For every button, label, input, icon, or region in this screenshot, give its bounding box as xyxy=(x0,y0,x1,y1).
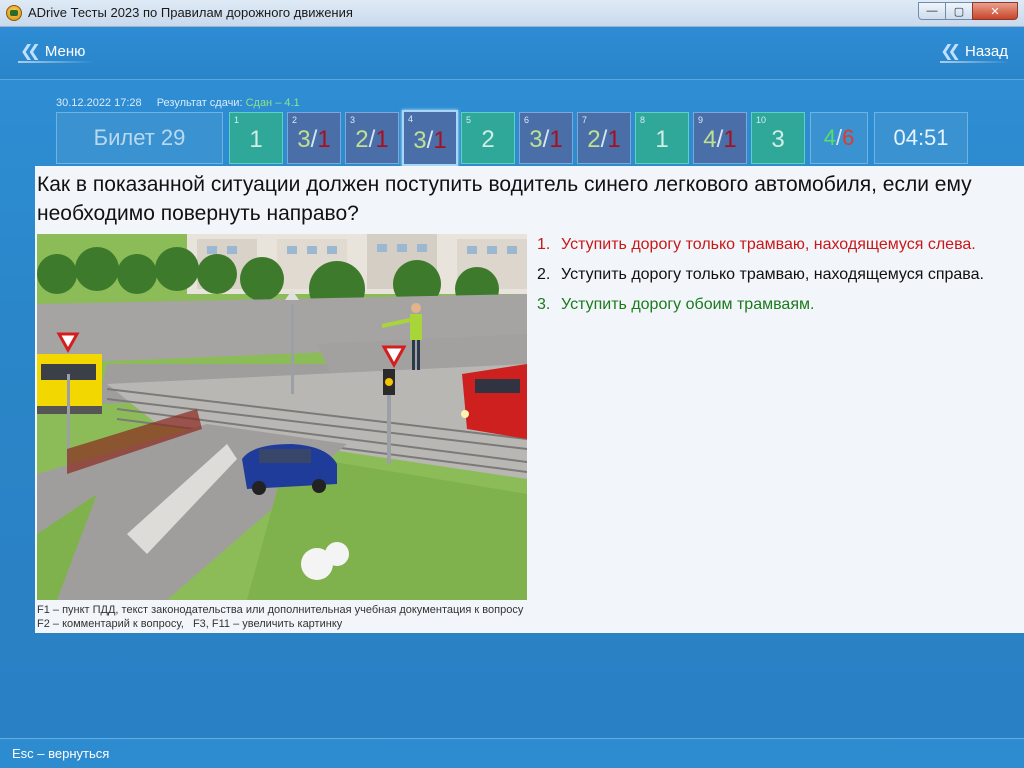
answer-list: 1. Уступить дорогу только трамваю, наход… xyxy=(537,234,1023,324)
score-wrong: 6 xyxy=(842,125,855,150)
answer-text: Уступить дорогу только трамваю, находяще… xyxy=(561,236,976,253)
back-button[interactable]: ❮❮ Назад xyxy=(936,41,1008,61)
answer-number: 3. xyxy=(537,296,551,313)
answer-option-1[interactable]: 1. Уступить дорогу только трамваю, наход… xyxy=(537,234,1023,256)
session-meta: 30.12.2022 17:28 Результат сдачи: Сдан –… xyxy=(56,97,300,109)
answer-option-3[interactable]: 3. Уступить дорогу обоим трамваям. xyxy=(537,294,1023,316)
app-area: ❮❮ Меню ❮❮ Назад 30.12.2022 17:28 Резуль… xyxy=(0,27,1024,768)
question-answer: 2 xyxy=(481,126,495,153)
answer-number: 2. xyxy=(537,266,551,283)
given-answer: 3 xyxy=(297,126,311,153)
question-tile-1[interactable]: 1 1 xyxy=(229,112,283,164)
window-titlebar: ADrive Тесты 2023 по Правилам дорожного … xyxy=(0,0,1024,27)
minimize-icon: — xyxy=(926,5,938,17)
question-number: 3 xyxy=(350,115,356,125)
ticket-label: Билет 29 xyxy=(56,112,223,164)
question-number: 2 xyxy=(292,115,298,125)
question-tile-4[interactable]: 4 3/1 xyxy=(402,110,458,166)
question-tile-5[interactable]: 5 2 xyxy=(461,112,515,164)
result-label: Результат сдачи: xyxy=(156,97,243,109)
maximize-button[interactable]: ▢ xyxy=(945,2,973,20)
correct-answer: 1 xyxy=(607,126,621,153)
correct-answer: 1 xyxy=(375,126,389,153)
close-button[interactable]: ✕ xyxy=(972,2,1018,20)
question-number: 9 xyxy=(698,115,704,125)
esc-back-link[interactable]: Esc – вернуться xyxy=(12,746,109,761)
question-tile-7[interactable]: 7 2/1 xyxy=(577,112,631,164)
question-picture[interactable] xyxy=(37,234,527,600)
chevron-left-icon: ❮❮ xyxy=(20,43,41,60)
question-number: 4 xyxy=(408,114,414,124)
question-tile-8[interactable]: 8 1 xyxy=(635,112,689,164)
question-answer: 1 xyxy=(655,126,669,153)
given-answer: 3 xyxy=(529,126,543,153)
chevron-left-icon: ❮❮ xyxy=(940,43,961,60)
given-answer: 2 xyxy=(355,126,369,153)
window-title: ADrive Тесты 2023 по Правилам дорожного … xyxy=(28,5,353,20)
menu-label: Меню xyxy=(44,42,86,60)
hint-f2: F2 – комментарий к вопросу, F3, F11 – ув… xyxy=(37,618,343,630)
result-value: Сдан – 4.1 xyxy=(245,97,300,109)
correct-answer: 1 xyxy=(549,126,563,153)
correct-answer: 1 xyxy=(723,126,737,153)
given-answer: 3 xyxy=(413,127,427,154)
hint-f1: F1 – пункт ПДД, текст законодательства и… xyxy=(37,604,524,616)
window-controls: — ▢ ✕ xyxy=(918,2,1018,20)
score-correct: 4 xyxy=(823,125,836,150)
question-number: 8 xyxy=(640,115,646,125)
correct-answer: 1 xyxy=(433,127,447,154)
bottom-bar: Esc – вернуться xyxy=(0,738,1024,768)
menu-button[interactable]: ❮❮ Меню xyxy=(16,41,85,61)
question-tile-2[interactable]: 2 3/1 xyxy=(287,112,341,164)
question-number: 7 xyxy=(582,115,588,125)
answer-number: 1. xyxy=(537,236,551,253)
question-tile-9[interactable]: 9 4/1 xyxy=(693,112,747,164)
answer-text: Уступить дорогу обоим трамваям. xyxy=(561,296,815,313)
close-icon: ✕ xyxy=(990,5,1000,18)
question-tile-10[interactable]: 10 3 xyxy=(751,112,805,164)
correct-answer: 1 xyxy=(317,126,331,153)
menu-underline xyxy=(18,61,94,63)
question-number: 1 xyxy=(234,115,240,125)
question-answer: 3 xyxy=(771,126,785,153)
score-badge: 4/6 xyxy=(810,112,868,164)
top-nav-bar: ❮❮ Меню ❮❮ Назад xyxy=(0,27,1024,80)
question-answer: 1 xyxy=(249,126,263,153)
minimize-button[interactable]: — xyxy=(918,2,946,20)
question-number: 5 xyxy=(466,115,472,125)
app-logo-icon xyxy=(6,5,22,21)
maximize-icon: ▢ xyxy=(953,5,965,18)
back-label: Назад xyxy=(965,42,1008,60)
question-text: Как в показанной ситуации должен поступи… xyxy=(37,173,972,225)
answer-option-2[interactable]: 2. Уступить дорогу только трамваю, наход… xyxy=(537,264,1023,286)
timer: 04:51 xyxy=(874,112,968,164)
answer-text: Уступить дорогу только трамваю, находяще… xyxy=(561,266,984,283)
question-tile-6[interactable]: 6 3/1 xyxy=(519,112,573,164)
question-tile-3[interactable]: 3 2/1 xyxy=(345,112,399,164)
back-underline xyxy=(940,61,1010,63)
given-answer: 4 xyxy=(703,126,717,153)
question-number: 6 xyxy=(524,115,530,125)
question-panel: Как в показанной ситуации должен поступи… xyxy=(35,166,1024,633)
intersection-illustration xyxy=(37,234,527,600)
session-datetime: 30.12.2022 17:28 xyxy=(56,97,142,109)
question-number: 10 xyxy=(756,115,767,125)
given-answer: 2 xyxy=(587,126,601,153)
